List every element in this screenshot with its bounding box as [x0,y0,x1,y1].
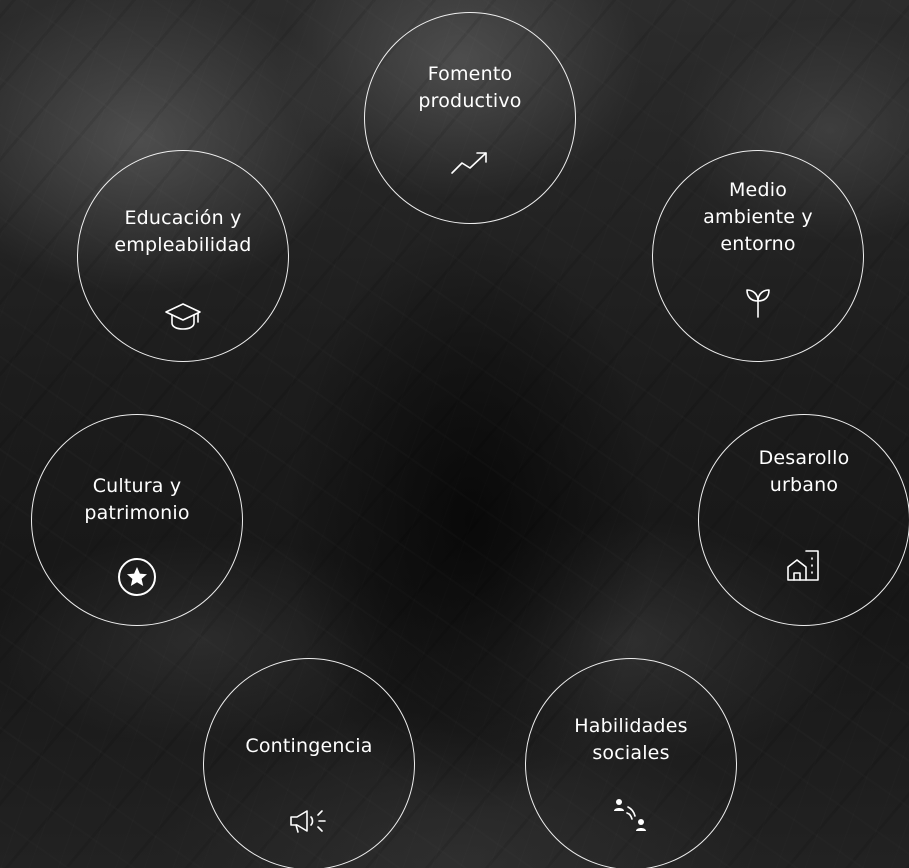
area-label: Fomento productivo [418,63,522,112]
area-desarrollo-urbano[interactable]: Desarollo urbano [698,414,909,626]
area-fomento-productivo[interactable]: Fomento productivo [364,12,576,224]
megaphone-icon [287,799,331,843]
area-label: Contingencia [245,735,373,757]
area-label: Medio ambiente y entorno [703,179,813,255]
trending-up-icon [448,141,492,185]
house-building-icon [782,543,826,587]
area-medio-ambiente[interactable]: Medio ambiente y entorno [652,150,864,362]
area-label: Educación y empleabilidad [114,207,252,256]
star-circle-icon [115,555,159,599]
area-contingencia[interactable]: Contingencia [203,658,415,868]
graduation-cap-icon [161,293,205,337]
area-label: Desarollo urbano [758,447,850,496]
people-talking-icon [609,793,653,837]
area-educacion-empleabilidad[interactable]: Educación y empleabilidad [77,150,289,362]
sprout-icon [736,279,780,323]
rocky-background: Fomento productivo Educación y empleabil… [0,0,909,868]
area-habilidades-sociales[interactable]: Habilidades sociales [525,658,737,868]
area-label: Cultura y patrimonio [84,475,190,524]
area-cultura-patrimonio[interactable]: Cultura y patrimonio [31,414,243,626]
area-label: Habilidades sociales [574,715,688,764]
